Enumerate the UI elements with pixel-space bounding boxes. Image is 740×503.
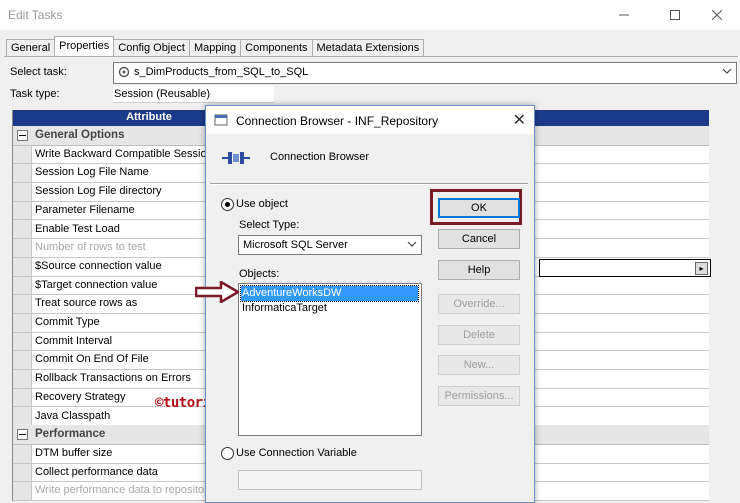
- object-item-informaticatarget[interactable]: InformaticaTarget: [241, 301, 418, 316]
- browse-icon[interactable]: ▸: [695, 262, 708, 275]
- task-type-value: Session (Reusable): [113, 86, 274, 103]
- grid-row-label: Enable Test Load: [35, 222, 120, 235]
- minimize-icon[interactable]: [601, 0, 647, 30]
- use-object-label: Use object: [236, 198, 288, 210]
- source-connection-value-field[interactable]: ▸: [539, 259, 711, 277]
- new-button[interactable]: New...: [438, 355, 520, 375]
- close-icon[interactable]: [694, 0, 740, 30]
- grid-row-label: Collect performance data: [35, 465, 158, 478]
- connection-icon: [222, 152, 250, 164]
- grid-row-label: General Options: [35, 129, 125, 141]
- select-type-label: Select Type:: [239, 219, 300, 231]
- collapse-icon[interactable]: [17, 429, 28, 441]
- tab-config-object[interactable]: Config Object: [113, 39, 190, 56]
- annotation-arrow-icon: [195, 281, 240, 303]
- grid-row-label: Session Log File directory: [35, 185, 162, 198]
- cancel-button[interactable]: Cancel: [438, 229, 520, 249]
- grid-row-label: Performance: [35, 428, 106, 441]
- connection-variable-input[interactable]: [238, 470, 422, 490]
- use-object-radio[interactable]: [221, 198, 234, 211]
- tab-components[interactable]: Components: [240, 39, 313, 56]
- task-type-label: Task type:: [10, 88, 60, 100]
- delete-button[interactable]: Delete: [438, 325, 520, 345]
- grid-row-label: Session Log File Name: [35, 166, 149, 179]
- select-task-value: s_DimProducts_from_SQL_to_SQL: [134, 66, 309, 78]
- maximize-icon[interactable]: [652, 0, 698, 30]
- use-connection-variable-radio[interactable]: [221, 447, 234, 460]
- tab-properties[interactable]: Properties: [54, 36, 115, 56]
- grid-row-label: Rollback Transactions on Errors: [35, 372, 191, 385]
- select-task-dropdown[interactable]: s_DimProducts_from_SQL_to_SQL: [113, 62, 737, 84]
- grid-row-label: Commit Interval: [35, 334, 113, 347]
- grid-row-label: Parameter Filename: [35, 203, 135, 216]
- grid-row-label: Commit On End Of File: [35, 353, 149, 366]
- grid-row-label: Commit Type: [35, 316, 100, 328]
- help-button[interactable]: Help: [438, 260, 520, 280]
- permissions-button[interactable]: Permissions...: [438, 386, 520, 406]
- grid-row-label: Recovery Strategy: [35, 390, 126, 403]
- grid-row-label: Java Classpath: [35, 409, 111, 422]
- override-button[interactable]: Override...: [438, 294, 520, 314]
- window-title: Edit Tasks: [8, 8, 63, 22]
- grid-row-label: $Target connection value: [35, 278, 158, 291]
- grid-row-label: $Source connection value: [35, 259, 162, 272]
- connection-browser-dialog: Connection Browser - INF_Repository ✕ Co…: [205, 105, 535, 503]
- dialog-title-bar: Connection Browser - INF_Repository ✕: [206, 106, 534, 134]
- grid-row-label: Treat source rows as: [35, 297, 138, 310]
- select-type-value: Microsoft SQL Server: [243, 239, 348, 251]
- tab-general[interactable]: General: [6, 39, 56, 56]
- dialog-separator: [210, 183, 528, 185]
- grid-row-label: DTM buffer size: [35, 446, 113, 459]
- grid-row-label: Number of rows to test: [35, 241, 146, 254]
- tab-divider: [4, 56, 738, 57]
- object-item-adventureworksdw[interactable]: AdventureWorksDW: [240, 285, 419, 302]
- dialog-header-text: Connection Browser: [270, 151, 370, 163]
- tab-mapping[interactable]: Mapping: [188, 39, 242, 56]
- dialog-close-icon[interactable]: ✕: [513, 110, 526, 130]
- grid-row-label: Write performance data to repository: [35, 484, 214, 497]
- collapse-icon[interactable]: [17, 130, 28, 141]
- objects-listbox[interactable]: AdventureWorksDW InformaticaTarget: [238, 283, 422, 436]
- dialog-icon: [214, 114, 228, 126]
- session-icon: [118, 66, 130, 78]
- chevron-down-icon: [722, 65, 732, 80]
- tab-metadata-extensions[interactable]: Metadata Extensions: [311, 39, 425, 56]
- grid-row-label: Write Backward Compatible Session Lo: [35, 147, 228, 160]
- chevron-down-icon: [407, 238, 417, 253]
- tab-strip: General Properties Config Object Mapping…: [6, 36, 425, 56]
- select-type-dropdown[interactable]: Microsoft SQL Server: [238, 235, 422, 255]
- objects-label: Objects:: [239, 268, 280, 280]
- use-connection-variable-label: Use Connection Variable: [236, 447, 357, 459]
- dialog-title: Connection Browser - INF_Repository: [236, 114, 439, 128]
- select-task-label: Select task:: [10, 66, 67, 78]
- ok-button[interactable]: OK: [438, 198, 520, 218]
